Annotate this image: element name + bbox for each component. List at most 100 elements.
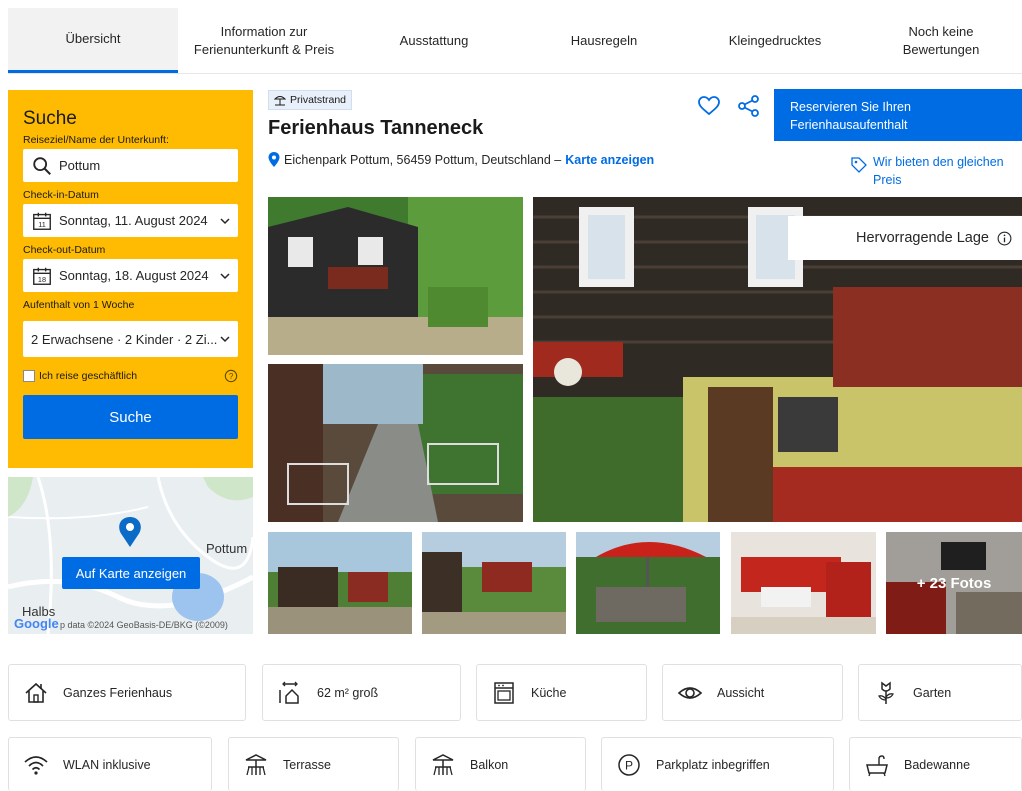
calendar-day: 18 [38,274,46,283]
tab-reviews[interactable]: Noch keine Bewertungen [860,8,1022,73]
tab-label: Kleingedrucktes [728,32,822,48]
tab-house-rules[interactable]: Hausregeln [518,8,690,73]
tab-overview[interactable]: Übersicht [8,8,178,73]
destination-label: Reiseziel/Name der Unterkunft: [23,134,169,146]
property-title: Ferienhaus Tanneneck [268,117,484,139]
business-travel-label: Ich reise geschäftlich [39,370,138,382]
tab-info-price[interactable]: Information zur Ferienunterkunft & Preis [178,8,350,73]
photo-thumb-garden[interactable] [422,532,566,634]
tab-facilities[interactable]: Ausstattung [350,8,518,73]
facility-label: Garten [913,685,952,700]
facility-kitchen: Küche [476,664,647,721]
guests-select[interactable]: 2 Erwachsene · 2 Kinder · 2 Zi... [23,321,238,357]
facility-terrace: Terrasse [228,737,399,791]
calendar-icon: 11 [33,212,51,230]
tab-label: Information zur Ferienunterkunft & Preis [193,23,335,57]
facility-label: Badewanne [904,757,971,772]
share-icon[interactable] [737,94,761,118]
show-on-map-button[interactable]: Auf Karte anzeigen [62,557,200,589]
calendar-icon: 18 [33,267,51,285]
map-preview[interactable]: Pottum Halbs Google p data ©2024 GeoBasi… [8,477,253,634]
price-match[interactable]: Wir bieten den gleichen Preis [851,153,1021,189]
property-address: Eichenpark Pottum, 56459 Pottum, Deutsch… [268,152,654,167]
tab-label: Übersicht [65,31,121,46]
business-travel-row: Ich reise geschäftlich ? [23,369,238,383]
tab-label: Noch keine Bewertungen [902,23,980,57]
facility-parking: P Parkplatz inbegriffen [601,737,834,791]
facility-label: Balkon [470,757,509,772]
search-button[interactable]: Suche [23,395,238,439]
beach-umbrella-icon [274,96,286,106]
terrace-icon [245,753,267,775]
more-photos-button[interactable]: + 23 Fotos [886,532,1022,634]
photo-house-exterior[interactable] [268,197,523,355]
checkin-select[interactable]: 11 Sonntag, 11. August 2024 [23,204,238,237]
facility-label: Ganzes Ferienhaus [63,685,173,700]
tab-label: Hausregeln [570,32,638,48]
help-icon[interactable]: ? [224,369,238,383]
search-icon [33,156,51,175]
show-map-link[interactable]: Karte anzeigen [565,153,654,167]
price-match-text: Wir bieten den gleichen Preis [873,155,1004,187]
address-text: Eichenpark Pottum, 56459 Pottum, Deutsch… [284,152,562,167]
guests-value: 2 Erwachsene · 2 Kinder · 2 Zi... [31,331,218,347]
facility-label: Parkplatz inbegriffen [656,757,770,772]
facility-garden: Garten [858,664,1022,721]
facility-wifi: WLAN inklusive [8,737,212,791]
photo-thumb-umbrella[interactable] [576,532,720,634]
checkout-select[interactable]: 18 Sonntag, 18. August 2024 [23,259,238,292]
facility-balcony: Balkon [415,737,586,791]
chevron-down-icon [220,217,230,224]
info-icon[interactable] [997,231,1012,246]
facility-view: Aussicht [662,664,843,721]
tag-icon [851,157,867,173]
amenity-badge: Privatstrand [268,90,353,110]
facility-label: WLAN inklusive [63,757,151,772]
photo-thumb-living-room[interactable] [731,532,876,634]
map-copyright: p data ©2024 GeoBasis-DE/BKG (©2009) [60,620,228,630]
facility-label: Terrasse [283,757,331,772]
location-highlight-text: Hervorragende Lage [855,230,989,246]
tab-fine-print[interactable]: Kleingedrucktes [690,8,860,73]
reserve-button[interactable]: Reservieren Sie Ihren Ferienhausaufentha… [774,89,1022,141]
svg-text:?: ? [229,372,234,381]
flower-icon [878,681,894,704]
facility-label: 62 m² groß [317,685,379,700]
photo-thumb-yard[interactable] [268,532,412,634]
facility-bathtub: Badewanne [849,737,1022,791]
stay-length-label: Aufenthalt von 1 Woche [23,299,135,311]
facility-label: Aussicht [717,685,765,700]
search-panel: Suche Reiseziel/Name der Unterkunft: Pot… [8,90,253,468]
facility-size: 62 m² groß [262,664,461,721]
photo-garden-path[interactable] [268,364,523,522]
chevron-down-icon [220,336,230,343]
kitchen-icon [494,681,514,704]
house-icon [25,682,47,703]
destination-value: Pottum [59,158,101,173]
destination-input[interactable]: Pottum [23,149,238,182]
calendar-day: 11 [38,219,46,228]
google-logo: Google [14,616,59,631]
facility-label: Küche [531,685,567,700]
badge-label: Privatstrand [290,94,347,106]
tab-label: Ausstattung [399,32,469,48]
size-icon [279,681,299,704]
section-tabs: Übersicht Information zur Ferienunterkun… [8,8,1022,74]
heart-icon[interactable] [697,94,721,118]
balcony-icon [432,753,454,775]
business-travel-checkbox[interactable] [23,370,35,382]
bathtub-icon [866,754,888,776]
svg-text:P: P [625,758,633,772]
eye-icon [677,686,703,699]
wifi-icon [24,755,48,775]
chevron-down-icon [220,272,230,279]
checkout-label: Check-out-Datum [23,244,106,256]
parking-icon: P [618,753,640,776]
location-highlight: Hervorragende Lage [788,216,1022,260]
map-place-pottum: Pottum [206,541,248,556]
location-pin-icon [268,152,280,167]
search-title: Suche [23,108,77,129]
facility-whole-house: Ganzes Ferienhaus [8,664,246,721]
checkin-value: Sonntag, 11. August 2024 [59,213,208,228]
checkin-label: Check-in-Datum [23,189,99,201]
